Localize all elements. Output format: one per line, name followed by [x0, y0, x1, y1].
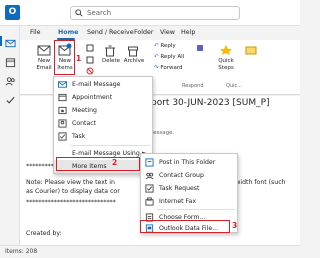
menu-item-appointment[interactable]: Appointment	[54, 91, 152, 104]
delete-button[interactable]: Delete	[100, 58, 122, 65]
new-email-icon	[37, 45, 51, 56]
respond-group-label: Respond	[182, 83, 204, 89]
task-icon	[58, 132, 67, 141]
delete-icon	[105, 45, 115, 57]
submenu-item-label: Contact Group	[159, 172, 204, 179]
calendar-icon[interactable]	[5, 57, 16, 68]
new-email-label-2: Email	[36, 64, 52, 71]
status-bar: Items: 208	[0, 245, 300, 258]
submenu-item-label: Task Request	[159, 185, 200, 192]
archive-button[interactable]: Archive	[122, 58, 146, 65]
submenu-item-contact-group[interactable]: Contact Group	[141, 169, 237, 182]
junk-icon[interactable]	[86, 67, 94, 75]
submenu-item-post-in-this-folder[interactable]: Post in This Folder	[141, 156, 237, 169]
new-email-button[interactable]: New Email	[33, 58, 55, 71]
asterisk-line-2: *****************************	[26, 199, 116, 206]
ignore-icon[interactable]	[86, 44, 94, 52]
forward-label: Forward	[160, 65, 183, 71]
status-items-count: Items: 208	[5, 248, 38, 255]
step-1-label: 1	[76, 54, 82, 63]
people-icon[interactable]	[5, 76, 16, 87]
quick-steps-group-label: Quic...	[226, 83, 243, 89]
created-by-text: Created by:	[26, 230, 62, 237]
nav-selected-indicator	[0, 36, 2, 46]
reply-all-icon: ↶	[154, 54, 159, 60]
contact-group-icon	[145, 172, 154, 180]
menu-item-label: Meeting	[72, 107, 97, 114]
submenu-item-label: Internet Fax	[159, 198, 196, 205]
left-nav	[0, 26, 20, 245]
menu-separator	[157, 209, 235, 210]
submenu-item-task-request[interactable]: Task Request	[141, 182, 237, 195]
task-request-icon	[145, 184, 154, 193]
search-placeholder: Search	[87, 9, 112, 17]
tab-folder[interactable]: Folder	[134, 26, 153, 39]
reply-button[interactable]: ↶ Reply	[154, 42, 176, 50]
menu-item-label: Appointment	[72, 94, 113, 101]
post-icon	[145, 158, 154, 167]
menu-item-label: Contact	[72, 120, 97, 127]
tab-help[interactable]: Help	[181, 26, 195, 39]
submenu-item-internet-fax[interactable]: Internet Fax	[141, 195, 237, 208]
mail-icon[interactable]	[5, 38, 16, 49]
clean-up-icon[interactable]	[86, 56, 94, 64]
meeting-icon	[58, 106, 67, 115]
step-2-label: 2	[112, 158, 118, 167]
highlight-box-outlook-data-file	[140, 220, 230, 233]
reply-icon: ↶	[154, 43, 159, 49]
reply-all-label: Reply All	[160, 54, 185, 60]
forward-button[interactable]: ↷ Forward	[154, 64, 182, 72]
menu-separator	[70, 145, 150, 146]
teams-icon[interactable]	[196, 44, 204, 52]
tasks-icon[interactable]	[5, 95, 16, 106]
quick-steps-label-2: Steps	[218, 64, 234, 71]
menu-item-meeting[interactable]: Meeting	[54, 104, 152, 117]
quick-steps-button[interactable]: Quick Steps	[215, 58, 237, 71]
reply-all-button[interactable]: ↶ Reply All	[154, 53, 184, 61]
note-line-1: Note: Please view the text in	[26, 179, 115, 186]
outlook-app-icon: O	[5, 5, 20, 20]
appointment-icon	[58, 93, 67, 102]
search-box[interactable]: Search	[70, 6, 240, 20]
contact-icon	[58, 119, 67, 128]
move-icon[interactable]	[245, 44, 257, 56]
submenu-item-label: Post in This Folder	[159, 159, 216, 166]
search-icon	[75, 9, 83, 17]
quick-steps-icon	[220, 45, 232, 55]
archive-icon	[128, 46, 138, 57]
step-3-label: 3	[232, 221, 238, 230]
menu-item-task[interactable]: Task	[54, 130, 152, 143]
menu-item-label: E-mail Message	[72, 81, 121, 88]
title-bar: O Search	[0, 0, 300, 26]
forward-icon: ↷	[154, 65, 159, 71]
highlight-box-new-items	[54, 40, 75, 75]
tab-view[interactable]: View	[160, 26, 175, 39]
fax-icon	[145, 197, 154, 206]
highlight-box-more-items	[56, 157, 140, 171]
quick-steps-label-1: Quick	[218, 58, 234, 64]
reply-label: Reply	[160, 43, 176, 49]
menu-item-label: Task	[72, 133, 86, 140]
note-line-2: as Courier) to display data cor	[26, 188, 120, 195]
tab-send-receive[interactable]: Send / Receive	[87, 26, 134, 39]
menu-item-email-message[interactable]: E-mail Message	[54, 78, 152, 91]
tab-file[interactable]: File	[30, 26, 41, 39]
menu-item-contact[interactable]: Contact	[54, 117, 152, 130]
email-icon	[58, 81, 67, 88]
